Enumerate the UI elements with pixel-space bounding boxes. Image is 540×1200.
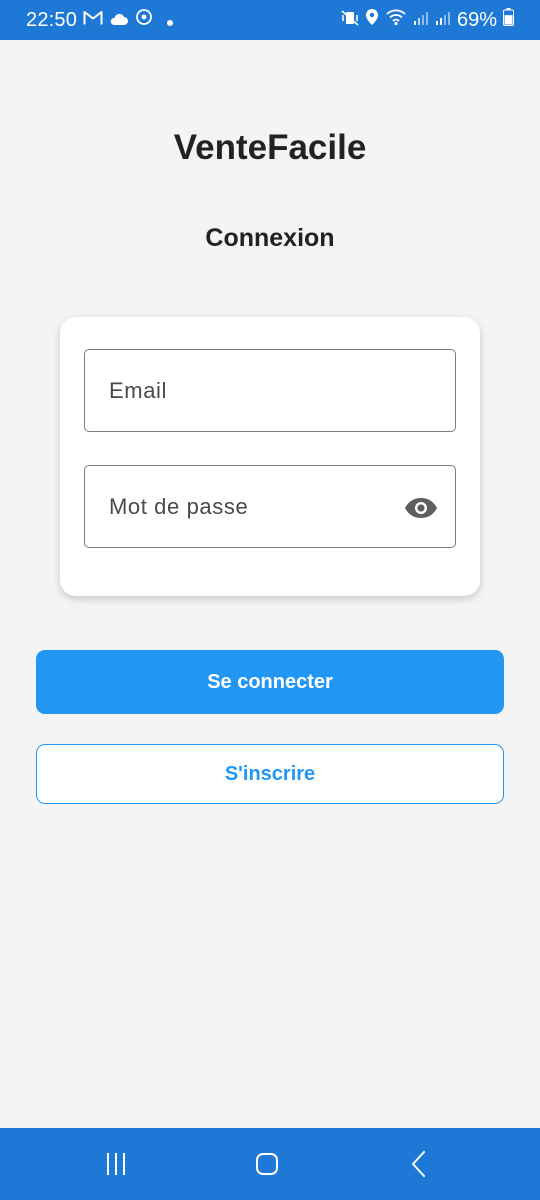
status-right: 69% xyxy=(341,8,514,32)
app-title: VenteFacile xyxy=(173,128,367,167)
back-icon[interactable] xyxy=(401,1146,437,1182)
cloud-icon xyxy=(109,9,129,32)
wifi-icon xyxy=(385,8,407,32)
battery-icon xyxy=(503,8,514,32)
navigation-bar xyxy=(0,1128,540,1200)
recents-icon[interactable] xyxy=(98,1146,134,1182)
home-icon[interactable] xyxy=(249,1146,285,1182)
eye-icon[interactable] xyxy=(403,490,439,526)
login-button[interactable]: Se connecter xyxy=(36,650,504,714)
status-bar: 22:50 69% xyxy=(0,0,540,40)
dot-icon xyxy=(167,9,174,32)
password-input[interactable] xyxy=(85,466,455,547)
signup-button[interactable]: S'inscrire xyxy=(36,744,504,804)
status-left: 22:50 xyxy=(26,8,174,32)
location-icon xyxy=(365,8,379,32)
vibrate-icon xyxy=(341,9,359,32)
password-field[interactable] xyxy=(84,465,456,548)
login-card xyxy=(60,317,480,596)
signal-icon xyxy=(413,9,429,32)
email-field[interactable] xyxy=(84,349,456,432)
email-input[interactable] xyxy=(85,350,455,431)
sync-icon xyxy=(135,8,153,32)
status-time: 22:50 xyxy=(26,8,78,31)
signal-icon xyxy=(435,9,451,32)
page-title: Connexion xyxy=(205,224,335,252)
battery-percent: 69% xyxy=(456,8,497,31)
gmail-icon xyxy=(83,9,103,32)
